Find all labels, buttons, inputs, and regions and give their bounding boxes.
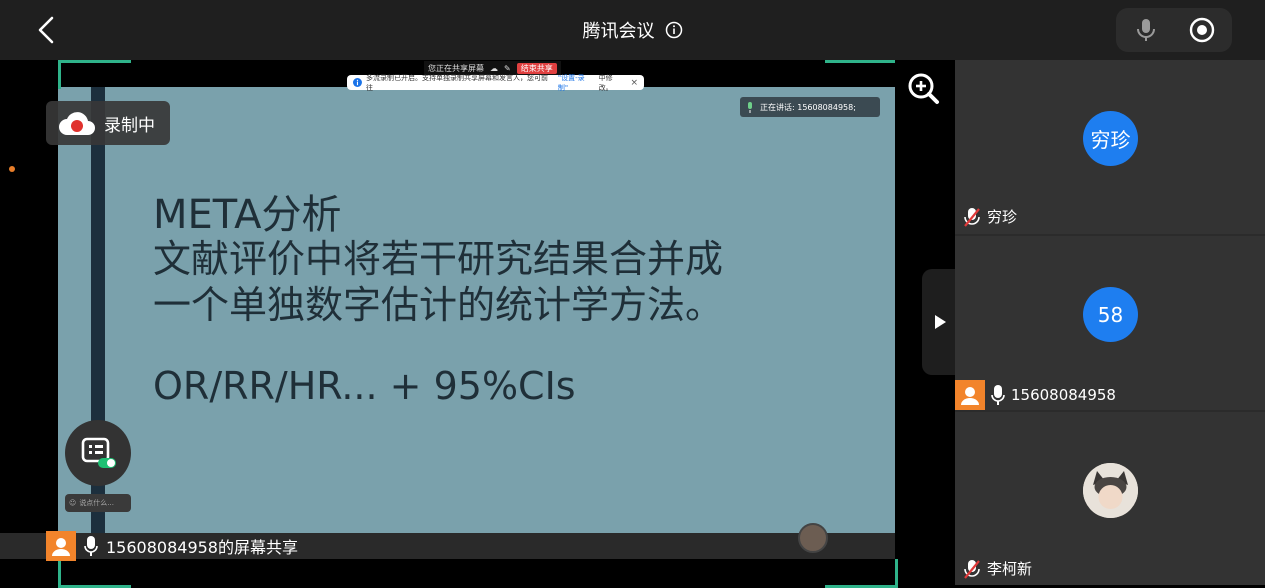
- microphone-icon: [991, 385, 1005, 405]
- participant-name: 李柯新: [987, 560, 1033, 578]
- participant-tile[interactable]: 穷珍 穷珍: [955, 60, 1265, 234]
- mic-muted-icon: [964, 559, 980, 579]
- slide-text-line: OR/RR/HR... + 95%CIs: [153, 364, 576, 408]
- microphone-icon: [748, 101, 752, 113]
- top-bar: 腾讯会议: [0, 0, 1265, 60]
- share-frame-corner: [825, 559, 898, 588]
- zoom-in-icon: [908, 73, 939, 104]
- speaking-indicator: 正在讲话: 15608084958;: [740, 97, 880, 117]
- notice-tail: 中修改。: [598, 73, 613, 92]
- share-frame-corner: [58, 559, 131, 588]
- panel-toggle[interactable]: [922, 269, 955, 375]
- close-icon[interactable]: ×: [630, 78, 638, 88]
- sharer-label-group: 15608084958的屏幕共享: [46, 531, 298, 561]
- participant-tile[interactable]: 李柯新: [955, 412, 1265, 585]
- share-frame-corner: [825, 60, 898, 89]
- chat-button[interactable]: [65, 420, 131, 486]
- participant-tile[interactable]: 58 15608084958: [955, 236, 1265, 410]
- smiley-icon: ☺: [69, 499, 77, 507]
- avatar: 穷珍: [1083, 111, 1138, 166]
- info-icon[interactable]: [665, 21, 683, 39]
- play-right-icon: [935, 315, 946, 329]
- mic-muted-icon: [964, 207, 980, 227]
- microphone-icon: [84, 536, 98, 556]
- participant-name: 15608084958: [1011, 386, 1116, 404]
- chat-placeholder: 说点什么...: [79, 499, 114, 507]
- speaking-label: 正在讲话: 15608084958;: [760, 102, 856, 112]
- annotate-icon[interactable]: ✎: [504, 64, 511, 73]
- notice-text: 多流录制已开启。支持单独录制共享屏幕和发言人，您可前往: [365, 73, 548, 92]
- participant-name-row: 15608084958: [955, 380, 1116, 410]
- user-icon: [52, 538, 70, 556]
- slide-text-line: 一个单独数字估计的统计学方法。: [153, 283, 724, 327]
- meeting-title: 腾讯会议: [582, 21, 655, 42]
- recording-badge[interactable]: 录制中: [46, 101, 170, 145]
- zoom-button[interactable]: [895, 60, 955, 120]
- notice-settings-link[interactable]: "设置-录制": [558, 73, 595, 93]
- microphone-icon[interactable]: [1132, 16, 1160, 44]
- cloud-icon[interactable]: ☁: [490, 64, 498, 73]
- top-controls: [1116, 8, 1232, 52]
- bottom-bar: 15608084958的屏幕共享: [0, 531, 895, 561]
- sharer-label: 15608084958的屏幕共享: [106, 538, 298, 557]
- avatar: 58: [1083, 287, 1138, 342]
- recording-label: 录制中: [104, 115, 155, 136]
- record-icon[interactable]: [1188, 16, 1216, 44]
- avatar: [46, 531, 76, 561]
- cat-avatar-icon: [1083, 463, 1138, 518]
- avatar: [955, 380, 985, 410]
- participant-name-row: 李柯新: [963, 558, 1032, 579]
- chat-icon: [81, 437, 116, 468]
- status-dot: [9, 166, 15, 172]
- cloud-record-icon: [59, 112, 95, 135]
- chat-input[interactable]: ☺ 说点什么...: [65, 494, 131, 512]
- avatar: [798, 523, 828, 553]
- avatar: [1083, 463, 1138, 518]
- participant-name: 穷珍: [987, 208, 1018, 226]
- chevron-left-icon[interactable]: [30, 12, 66, 48]
- info-icon: [353, 78, 362, 87]
- recording-notice: 多流录制已开启。支持单独录制共享屏幕和发言人，您可前往 "设置-录制" 中修改。…: [347, 73, 644, 93]
- user-icon: [961, 387, 979, 405]
- participant-name-row: 穷珍: [963, 206, 1017, 227]
- share-frame-corner: [58, 60, 131, 89]
